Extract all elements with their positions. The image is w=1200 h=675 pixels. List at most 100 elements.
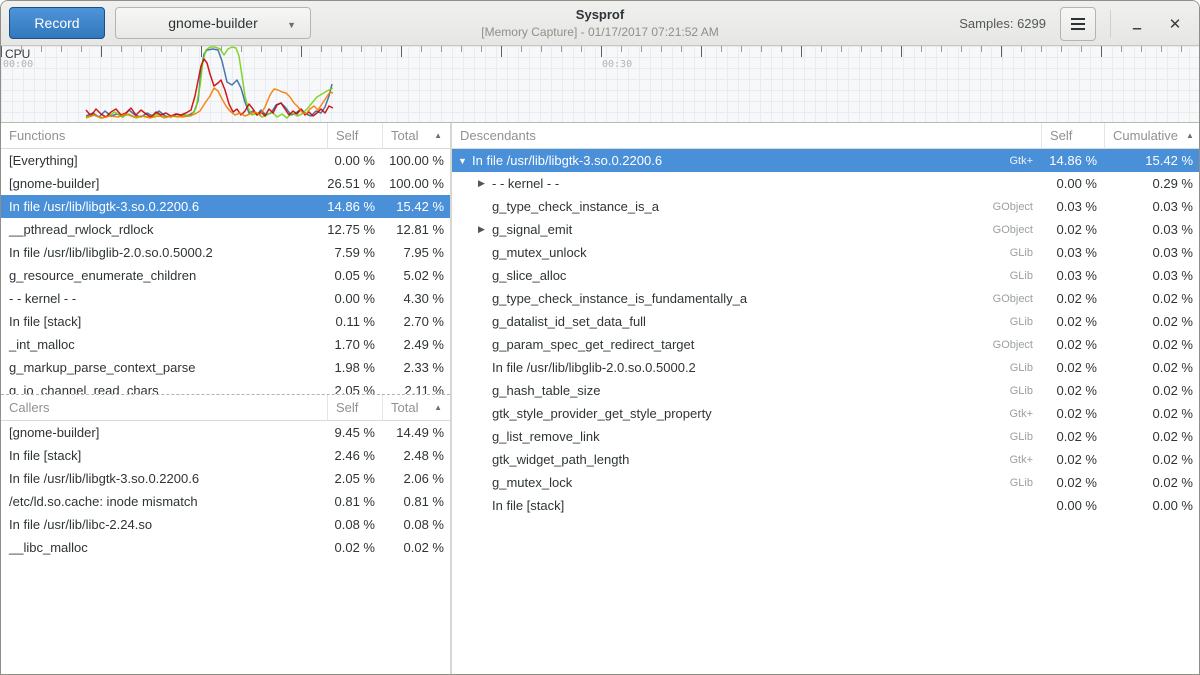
descendant-row[interactable]: ▶g_signal_emitGObject0.02 %0.03 % <box>452 218 1200 241</box>
expander-icon[interactable]: ▶ <box>478 224 492 235</box>
caller-row[interactable]: [gnome-builder]9.45 %14.49 % <box>1 421 450 444</box>
self-percent: 0.03 % <box>1041 245 1104 260</box>
function-name: /etc/ld.so.cache: inode mismatch <box>1 494 327 509</box>
functions-table-header: Functions Self Total ▲ <box>1 123 450 149</box>
caller-row[interactable]: In file [stack]2.46 %2.48 % <box>1 444 450 467</box>
descendant-name-cell: g_mutex_lockGLib <box>452 475 1041 490</box>
descendant-row[interactable]: g_hash_table_sizeGLib0.02 %0.02 % <box>452 379 1200 402</box>
sort-indicator-icon: ▲ <box>426 131 442 140</box>
expander-icon[interactable]: ▼ <box>458 156 472 166</box>
descendant-row[interactable]: g_mutex_lockGLib0.02 %0.02 % <box>452 471 1200 494</box>
function-row[interactable]: g_resource_enumerate_children0.05 %5.02 … <box>1 264 450 287</box>
function-name: [gnome-builder] <box>1 176 327 191</box>
functions-self-column-header[interactable]: Self <box>327 123 382 149</box>
function-row[interactable]: [gnome-builder]26.51 %100.00 % <box>1 172 450 195</box>
descendant-name: g_slice_alloc <box>492 268 566 283</box>
function-row[interactable]: __pthread_rwlock_rdlock12.75 %12.81 % <box>1 218 450 241</box>
titlebar-separator <box>1110 10 1111 38</box>
caller-row[interactable]: In file /usr/lib/libgtk-3.so.0.2200.62.0… <box>1 467 450 490</box>
descendants-cumulative-column-header[interactable]: Cumulative ▲ <box>1104 123 1200 149</box>
callers-table-header: Callers Self Total ▲ <box>1 395 450 421</box>
caller-row[interactable]: /etc/ld.so.cache: inode mismatch0.81 %0.… <box>1 490 450 513</box>
descendant-name-cell: g_type_check_instance_is_fundamentally_a… <box>452 291 1041 306</box>
function-row[interactable]: - - kernel - -0.00 %4.30 % <box>1 287 450 310</box>
descendant-row[interactable]: g_slice_allocGLib0.03 %0.03 % <box>452 264 1200 287</box>
total-percent: 7.95 % <box>382 245 450 260</box>
callers-self-column-header[interactable]: Self <box>327 395 382 421</box>
self-percent: 9.45 % <box>327 425 382 440</box>
self-percent: 2.46 % <box>327 448 382 463</box>
descendant-name: - - kernel - - <box>492 176 559 191</box>
descendant-row[interactable]: gtk_style_provider_get_style_propertyGtk… <box>452 402 1200 425</box>
total-percent: 2.48 % <box>382 448 450 463</box>
function-name: In file /usr/lib/libgtk-3.so.0.2200.6 <box>1 471 327 486</box>
descendant-row[interactable]: ▶- - kernel - -0.00 %0.29 % <box>452 172 1200 195</box>
descendant-row[interactable]: g_param_spec_get_redirect_targetGObject0… <box>452 333 1200 356</box>
descendant-row[interactable]: g_datalist_id_set_data_fullGLib0.02 %0.0… <box>452 310 1200 333</box>
function-row[interactable]: In file /usr/lib/libgtk-3.so.0.2200.614.… <box>1 195 450 218</box>
function-row[interactable]: g_io_channel_read_chars2.05 %2.11 % <box>1 379 450 394</box>
cpu-line-cpu2 <box>86 59 333 117</box>
record-button[interactable]: Record <box>9 7 105 39</box>
functions-total-column-header[interactable]: Total ▲ <box>382 123 450 149</box>
function-row[interactable]: _int_malloc1.70 %2.49 % <box>1 333 450 356</box>
titlebar-right-controls: Samples: 6299 ‒ ✕ <box>959 1 1187 46</box>
functions-column-header[interactable]: Functions <box>1 123 327 149</box>
function-name: In file /usr/lib/libgtk-3.so.0.2200.6 <box>1 199 327 214</box>
minimize-button[interactable]: ‒ <box>1125 12 1149 36</box>
descendant-name-cell: ▶g_signal_emitGObject <box>452 222 1041 237</box>
self-percent: 0.00 % <box>327 291 382 306</box>
descendant-name: g_datalist_id_set_data_full <box>492 314 646 329</box>
hamburger-menu-button[interactable] <box>1060 7 1096 41</box>
descendant-name: In file /usr/lib/libgtk-3.so.0.2200.6 <box>472 153 662 168</box>
descendant-name-cell: ▼In file /usr/lib/libgtk-3.so.0.2200.6Gt… <box>452 153 1041 168</box>
caller-row[interactable]: __libc_malloc0.02 %0.02 % <box>1 536 450 559</box>
callers-column-header[interactable]: Callers <box>1 395 327 421</box>
process-selector-dropdown[interactable]: gnome-builder ▼ <box>115 7 311 39</box>
descendant-row[interactable]: In file [stack]0.00 %0.00 % <box>452 494 1200 517</box>
cumulative-percent: 0.02 % <box>1104 291 1200 306</box>
self-percent: 0.02 % <box>1041 360 1104 375</box>
descendant-row[interactable]: g_mutex_unlockGLib0.03 %0.03 % <box>452 241 1200 264</box>
total-percent: 14.49 % <box>382 425 450 440</box>
descendant-name: g_signal_emit <box>492 222 572 237</box>
descendant-row[interactable]: g_type_check_instance_is_fundamentally_a… <box>452 287 1200 310</box>
function-name: In file [stack] <box>1 314 327 329</box>
left-panel: Functions Self Total ▲ [Everything]0.00 … <box>1 123 450 675</box>
function-row[interactable]: In file [stack]0.11 %2.70 % <box>1 310 450 333</box>
descendant-row[interactable]: g_list_remove_linkGLib0.02 %0.02 % <box>452 425 1200 448</box>
self-percent: 14.86 % <box>1041 153 1104 168</box>
descendants-column-header[interactable]: Descendants <box>452 123 1041 149</box>
function-name: In file /usr/lib/libc-2.24.so <box>1 517 327 532</box>
descendant-row[interactable]: In file /usr/lib/libglib-2.0.so.0.5000.2… <box>452 356 1200 379</box>
cpu-line-cpu1 <box>86 47 333 118</box>
self-percent: 0.00 % <box>1041 498 1104 513</box>
function-name: _int_malloc <box>1 337 327 352</box>
cpu-usage-graph[interactable]: CPU 00:00 00:30 <box>1 46 1200 123</box>
expander-icon[interactable]: ▶ <box>478 178 492 189</box>
descendants-self-column-header[interactable]: Self <box>1041 123 1104 149</box>
close-button[interactable]: ✕ <box>1163 12 1187 36</box>
function-name: In file [stack] <box>1 448 327 463</box>
descendant-row[interactable]: ▼In file /usr/lib/libgtk-3.so.0.2200.6Gt… <box>452 149 1200 172</box>
library-tag: GLib <box>1010 316 1041 328</box>
cumulative-percent: 0.03 % <box>1104 245 1200 260</box>
self-percent: 0.02 % <box>1041 406 1104 421</box>
function-name: g_resource_enumerate_children <box>1 268 327 283</box>
total-percent: 0.02 % <box>382 540 450 555</box>
cumulative-percent: 0.02 % <box>1104 383 1200 398</box>
self-percent: 0.02 % <box>1041 452 1104 467</box>
descendant-name-cell: g_type_check_instance_is_aGObject <box>452 199 1041 214</box>
self-percent: 0.02 % <box>327 540 382 555</box>
callers-total-column-header[interactable]: Total ▲ <box>382 395 450 421</box>
descendant-row[interactable]: gtk_widget_path_lengthGtk+0.02 %0.02 % <box>452 448 1200 471</box>
functions-rows: [Everything]0.00 %100.00 %[gnome-builder… <box>1 149 450 394</box>
total-percent: 2.70 % <box>382 314 450 329</box>
function-row[interactable]: [Everything]0.00 %100.00 % <box>1 149 450 172</box>
descendant-row[interactable]: g_type_check_instance_is_aGObject0.03 %0… <box>452 195 1200 218</box>
library-tag: Gtk+ <box>1009 408 1041 420</box>
caller-row[interactable]: In file /usr/lib/libc-2.24.so0.08 %0.08 … <box>1 513 450 536</box>
function-row[interactable]: In file /usr/lib/libglib-2.0.so.0.5000.2… <box>1 241 450 264</box>
function-row[interactable]: g_markup_parse_context_parse1.98 %2.33 % <box>1 356 450 379</box>
descendant-name-cell: g_hash_table_sizeGLib <box>452 383 1041 398</box>
